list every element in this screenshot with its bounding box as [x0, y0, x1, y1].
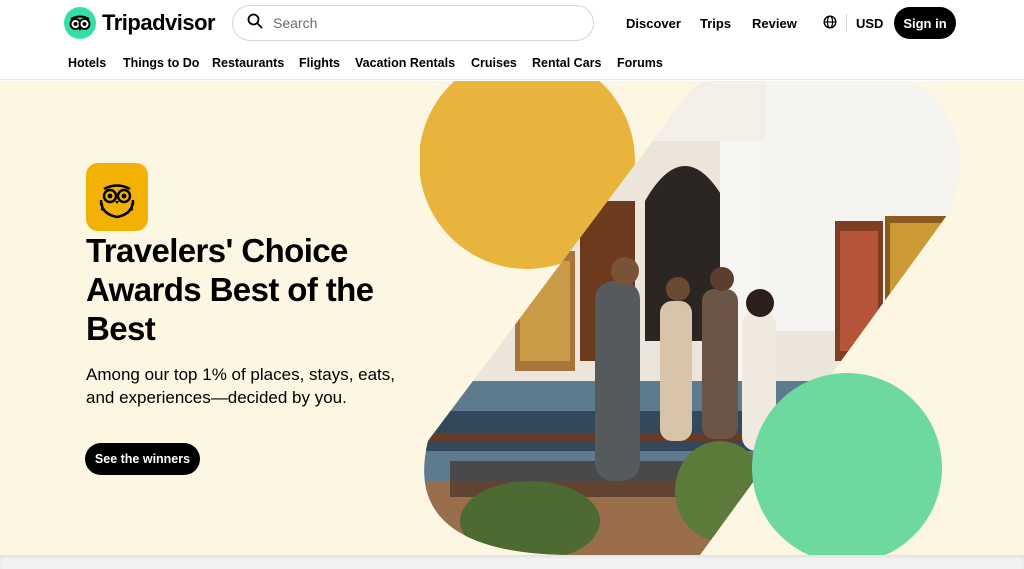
category-hotels[interactable]: Hotels	[68, 56, 106, 70]
search-bar[interactable]	[232, 5, 594, 41]
owl-award-badge-icon	[86, 163, 148, 231]
sign-in-button[interactable]: Sign in	[894, 7, 956, 39]
nav-review-label: Review	[752, 15, 797, 31]
hero-title: Travelers' Choice Awards Best of the Bes…	[86, 232, 374, 347]
category-things-to-do[interactable]: Things to Do	[123, 56, 199, 70]
category-restaurants[interactable]: Restaurants	[212, 56, 284, 70]
hero-photo-collage	[420, 81, 959, 555]
brand-name: Tripadvisor	[102, 10, 216, 35]
globe-icon	[823, 14, 837, 32]
nav-trips-label: Trips	[700, 15, 732, 31]
hero-banner: Travelers' Choice Awards Best of the Bes…	[0, 81, 1024, 555]
nav-trips[interactable]: Trips	[700, 0, 731, 46]
search-icon	[247, 13, 263, 34]
top-header: Tripadvisor Discover Trips Review USD Si…	[0, 0, 1024, 46]
nav-review[interactable]: Review	[752, 0, 797, 46]
category-rental-cars[interactable]: Rental Cars	[532, 56, 601, 70]
nav-discover[interactable]: Discover	[626, 0, 681, 46]
hero-subtitle: Among our top 1% of places, stays, eats,…	[86, 365, 395, 407]
category-nav: Hotels Things to Do Restaurants Flights …	[0, 46, 1024, 80]
currency-divider	[846, 14, 847, 32]
see-winners-button[interactable]: See the winners	[85, 443, 200, 475]
decorative-green-circle	[752, 373, 942, 555]
tripadvisor-logo[interactable]: Tripadvisor	[64, 7, 216, 39]
currency-code: USD	[856, 15, 884, 31]
category-forums[interactable]: Forums	[617, 56, 663, 70]
search-input[interactable]	[273, 15, 563, 31]
section-divider	[0, 555, 1024, 569]
owl-logo-icon	[64, 7, 96, 39]
nav-discover-label: Discover	[626, 15, 681, 31]
category-flights[interactable]: Flights	[299, 56, 340, 70]
category-vacation-rentals[interactable]: Vacation Rentals	[355, 56, 455, 70]
category-cruises[interactable]: Cruises	[471, 56, 517, 70]
currency-selector[interactable]: USD	[823, 13, 883, 33]
